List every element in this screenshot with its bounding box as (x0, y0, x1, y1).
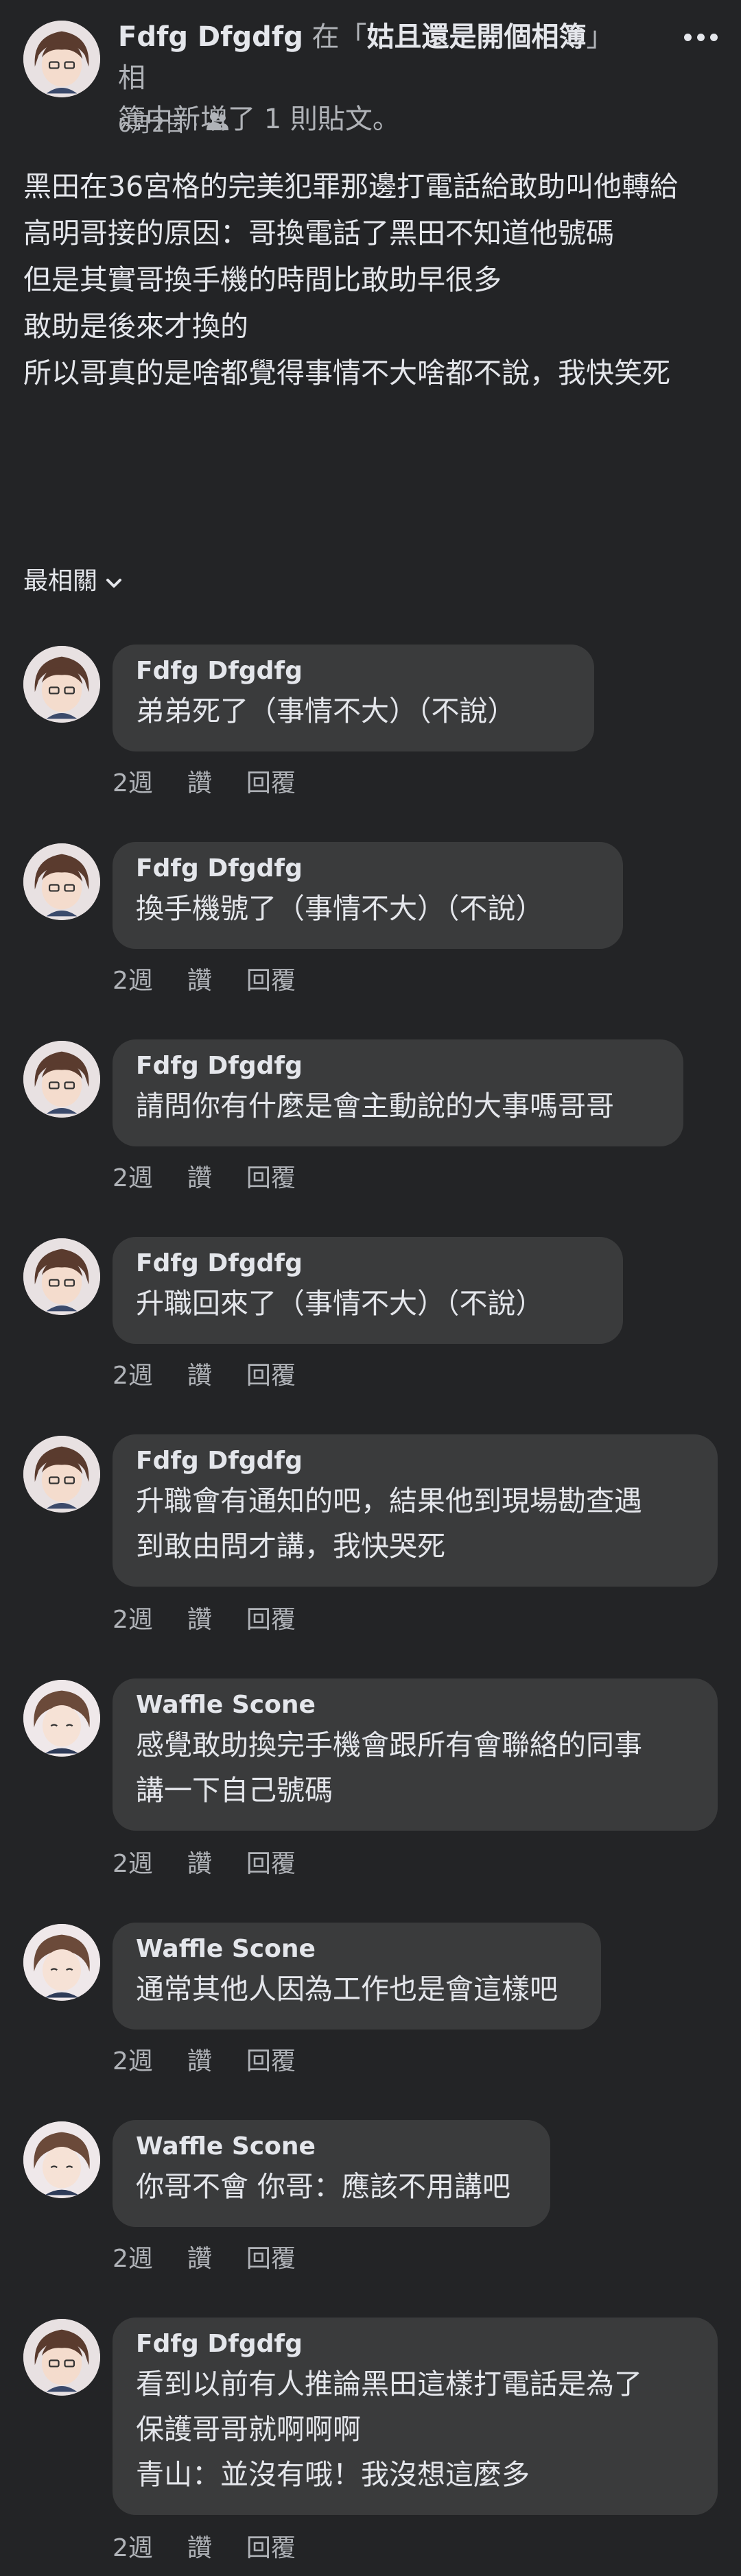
chevron-down-icon (97, 561, 122, 602)
comment-author[interactable]: Fdfg Dfgdfg (136, 1049, 660, 1083)
like-button[interactable]: 讚 (187, 1359, 212, 1393)
comment-bubble: Waffle Scone 通常其他人因為工作也是會這樣吧 (113, 1923, 601, 2030)
like-button[interactable]: 讚 (187, 1161, 212, 1196)
reply-button[interactable]: 回覆 (246, 1603, 296, 1637)
meta-dot: · (192, 112, 199, 137)
comment-text: 通常其他人因為工作也是會這樣吧 (136, 1973, 558, 2006)
comment-time[interactable]: 2週 (113, 2045, 153, 2079)
more-options-button[interactable] (677, 16, 725, 58)
commenter-avatar[interactable] (23, 1680, 100, 1757)
reply-button[interactable]: 回覆 (246, 1847, 296, 1881)
post-body-line: 所以哥真的是啥都覺得事情不大啥都不說，我快笑死 (23, 357, 670, 389)
comment-bubble: Fdfg Dfgdfg 看到以前有人推論黑田這樣打電話是為了 保護哥哥就啊啊啊 … (113, 2318, 718, 2515)
comment-bubble: Fdfg Dfgdfg 升職回來了（事情不大）（不說） (113, 1237, 623, 1344)
reply-button[interactable]: 回覆 (246, 964, 296, 998)
comment-text: 弟弟死了（事情不大）（不說） (136, 695, 516, 727)
commenter-avatar[interactable] (23, 1924, 100, 2001)
comment-text: 感覺敢助換完手機會跟所有會聯絡的同事 講一下自己號碼 (136, 1729, 642, 1807)
post-header: Fdfg Dfgdfg 在「姑且還是開個相簿」相 簿中新增了 1 則貼文。 6月2… (0, 0, 741, 137)
comment-author[interactable]: Waffle Scone (136, 2130, 527, 2164)
post-author-name[interactable]: Fdfg Dfgdfg (118, 21, 303, 53)
reply-button[interactable]: 回覆 (246, 2045, 296, 2079)
post-body: 黑田在36宮格的完美犯罪那邊打電話給敢助叫他轉給 高明哥接的原因：哥換電話了黑田… (23, 163, 716, 396)
reply-button[interactable]: 回覆 (246, 1359, 296, 1393)
comment-time[interactable]: 2週 (113, 767, 153, 801)
reply-button[interactable]: 回覆 (246, 2531, 296, 2566)
comment-bubble: Fdfg Dfgdfg 請問你有什麼是會主動說的大事嗎哥哥 (113, 1039, 683, 1146)
commenter-avatar[interactable] (23, 2121, 100, 2198)
comment-time[interactable]: 2週 (113, 1603, 153, 1637)
commenter-avatar[interactable] (23, 843, 100, 920)
comment-actions: 2週 讚 回覆 (113, 767, 330, 801)
comment-time[interactable]: 2週 (113, 1847, 153, 1881)
commenter-avatar[interactable] (23, 2319, 100, 2396)
comment-actions: 2週 讚 回覆 (113, 2242, 330, 2276)
more-icon-dot (683, 33, 692, 41)
friends-icon (206, 111, 229, 139)
comment-bubble: Fdfg Dfgdfg 換手機號了（事情不大）（不說） (113, 842, 623, 949)
comment-author[interactable]: Fdfg Dfgdfg (136, 2327, 694, 2361)
like-button[interactable]: 讚 (187, 2242, 212, 2276)
commenter-avatar[interactable] (23, 1041, 100, 1118)
comment-text: 升職回來了（事情不大）（不說） (136, 1287, 544, 1320)
post-body-line: 敢助是後來才換的 (23, 310, 248, 343)
comment-actions: 2週 讚 回覆 (113, 2531, 330, 2566)
post-body-line: 黑田在36宮格的完美犯罪那邊打電話給敢助叫他轉給 (23, 170, 679, 203)
comment-sort-button[interactable]: 最相關 (23, 561, 122, 602)
commenter-avatar[interactable] (23, 1436, 100, 1513)
sort-label: 最相關 (23, 567, 98, 595)
comment-actions: 2週 讚 回覆 (113, 1847, 330, 1881)
comment-text: 你哥不會 你哥：應該不用講吧 (136, 2170, 511, 2203)
comment-bubble: Waffle Scone 感覺敢助換完手機會跟所有會聯絡的同事 講一下自己號碼 (113, 1678, 718, 1831)
like-button[interactable]: 讚 (187, 1847, 212, 1881)
more-icon-dot (696, 33, 705, 41)
comment-author[interactable]: Fdfg Dfgdfg (136, 1247, 600, 1281)
like-button[interactable]: 讚 (187, 2045, 212, 2079)
more-icon-dot (709, 33, 718, 41)
post-body-line: 但是其實哥換手機的時間比敢助早很多 (23, 263, 502, 296)
comment-actions: 2週 讚 回覆 (113, 1359, 330, 1393)
comment-author[interactable]: Waffle Scone (136, 1932, 578, 1966)
post-body-line: 高明哥接的原因：哥換電話了黑田不知道他號碼 (23, 217, 614, 250)
like-button[interactable]: 讚 (187, 2531, 212, 2566)
comment-actions: 2週 讚 回覆 (113, 1161, 330, 1196)
like-button[interactable]: 讚 (187, 767, 212, 801)
comment-author[interactable]: Fdfg Dfgdfg (136, 654, 571, 688)
comment-author[interactable]: Waffle Scone (136, 1688, 694, 1722)
like-button[interactable]: 讚 (187, 964, 212, 998)
like-button[interactable]: 讚 (187, 1603, 212, 1637)
comment-time[interactable]: 2週 (113, 2531, 153, 2566)
album-link[interactable]: 姑且還是開個相簿 (367, 21, 587, 53)
comment-text: 升職會有通知的吧，結果他到現場勘查遇 到敢由問才講，我快哭死 (136, 1484, 642, 1563)
comment-text: 換手機號了（事情不大）（不說） (136, 892, 544, 925)
reply-button[interactable]: 回覆 (246, 1161, 296, 1196)
comment-time[interactable]: 2週 (113, 964, 153, 998)
comment-time[interactable]: 2週 (113, 2242, 153, 2276)
comment-author[interactable]: Fdfg Dfgdfg (136, 852, 600, 886)
comment-text: 看到以前有人推論黑田這樣打電話是為了 保護哥哥就啊啊啊 青山：並沒有哦！我沒想這… (136, 2368, 642, 2491)
comment-actions: 2週 讚 回覆 (113, 964, 330, 998)
author-avatar[interactable] (23, 21, 100, 97)
title-in-text: 在「 (303, 21, 367, 53)
comment-actions: 2週 讚 回覆 (113, 2045, 330, 2079)
post-date[interactable]: 6月2日 (118, 112, 185, 139)
comment-time[interactable]: 2週 (113, 1359, 153, 1393)
reply-button[interactable]: 回覆 (246, 767, 296, 801)
reply-button[interactable]: 回覆 (246, 2242, 296, 2276)
comment-actions: 2週 讚 回覆 (113, 1603, 330, 1637)
post-meta: 6月2日 · (118, 111, 229, 139)
comment-bubble: Fdfg Dfgdfg 弟弟死了（事情不大）（不說） (113, 645, 594, 751)
commenter-avatar[interactable] (23, 646, 100, 723)
comment-author[interactable]: Fdfg Dfgdfg (136, 1444, 694, 1478)
commenter-avatar[interactable] (23, 1238, 100, 1315)
comment-bubble: Fdfg Dfgdfg 升職會有通知的吧，結果他到現場勘查遇 到敢由問才講，我快… (113, 1434, 718, 1587)
comment-text: 請問你有什麼是會主動說的大事嗎哥哥 (136, 1090, 614, 1122)
comment-bubble: Waffle Scone 你哥不會 你哥：應該不用講吧 (113, 2120, 550, 2227)
comment-time[interactable]: 2週 (113, 1161, 153, 1196)
